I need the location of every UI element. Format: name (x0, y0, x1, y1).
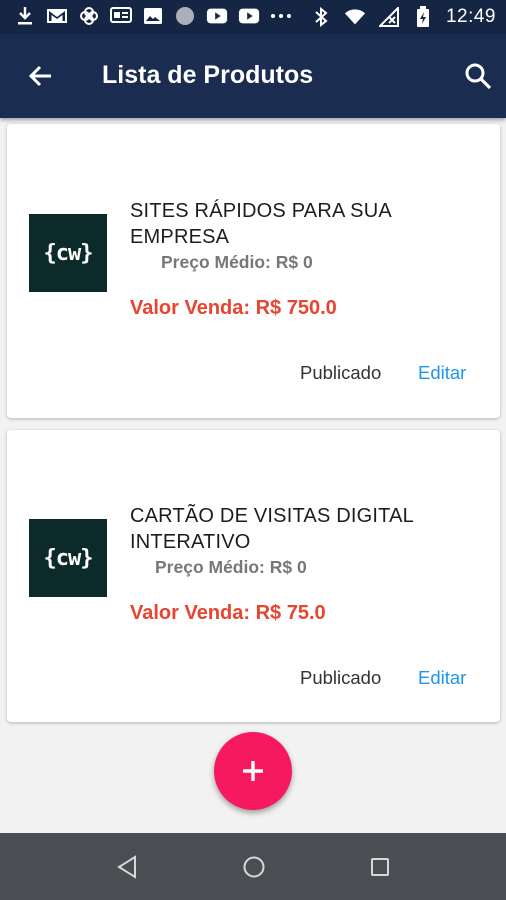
nav-recents-icon (371, 858, 389, 876)
gmail-icon (46, 6, 68, 26)
edit-button[interactable]: Editar (418, 667, 466, 689)
image-icon (142, 6, 164, 26)
product-logo: {cw} (29, 519, 107, 597)
product-logo: {cw} (29, 214, 107, 292)
status-label: Publicado (300, 667, 382, 688)
product-name: CARTÃO DE VISITAS DIGITAL INTERATIVO (130, 505, 414, 553)
nav-back-button[interactable] (113, 853, 141, 881)
download-icon (14, 6, 36, 26)
search-button[interactable] (458, 56, 498, 96)
message-icon (110, 6, 132, 26)
product-name: SITES RÁPIDOS PARA SUA EMPRESA (130, 200, 391, 248)
circle-icon (174, 6, 196, 26)
status-bar: 12:49 (0, 0, 506, 34)
page-title: Lista de Produtos (102, 61, 314, 89)
back-button[interactable] (20, 58, 60, 94)
edit-button[interactable]: Editar (418, 362, 466, 384)
nav-home-button[interactable] (240, 853, 268, 881)
average-price: Preço Médio: R$ 0 (155, 557, 307, 577)
status-left-icons (14, 6, 292, 26)
pinwheel-icon (78, 6, 100, 26)
status-right-icons: 12:49 (310, 6, 496, 28)
nav-back-icon (117, 855, 136, 879)
wifi-icon (344, 7, 366, 27)
battery-charging-icon (412, 6, 434, 27)
add-product-button[interactable] (214, 732, 292, 810)
clock: 12:49 (445, 6, 496, 27)
bluetooth-icon (310, 7, 332, 27)
arrow-back-icon (28, 65, 51, 87)
status-label: Publicado (300, 362, 382, 383)
nav-recents-button[interactable] (366, 853, 394, 881)
product-card[interactable]: {cw} CARTÃO DE VISITAS DIGITAL INTERATIV… (7, 430, 500, 722)
app-bar: Lista de Produtos (0, 34, 506, 118)
plus-icon (243, 761, 263, 781)
average-price: Preço Médio: R$ 0 (161, 252, 313, 272)
sale-price: Valor Venda: R$ 750.0 (130, 297, 337, 319)
youtube-icon (206, 6, 228, 26)
sale-price: Valor Venda: R$ 75.0 (130, 602, 326, 624)
nav-home-icon (243, 856, 265, 878)
no-signal-icon (378, 7, 400, 27)
product-card[interactable]: {cw} SITES RÁPIDOS PARA SUA EMPRESA Preç… (7, 124, 500, 418)
youtube-icon (238, 6, 260, 26)
system-nav-bar (0, 833, 506, 900)
more-icon (270, 6, 292, 26)
search-icon (465, 63, 492, 90)
